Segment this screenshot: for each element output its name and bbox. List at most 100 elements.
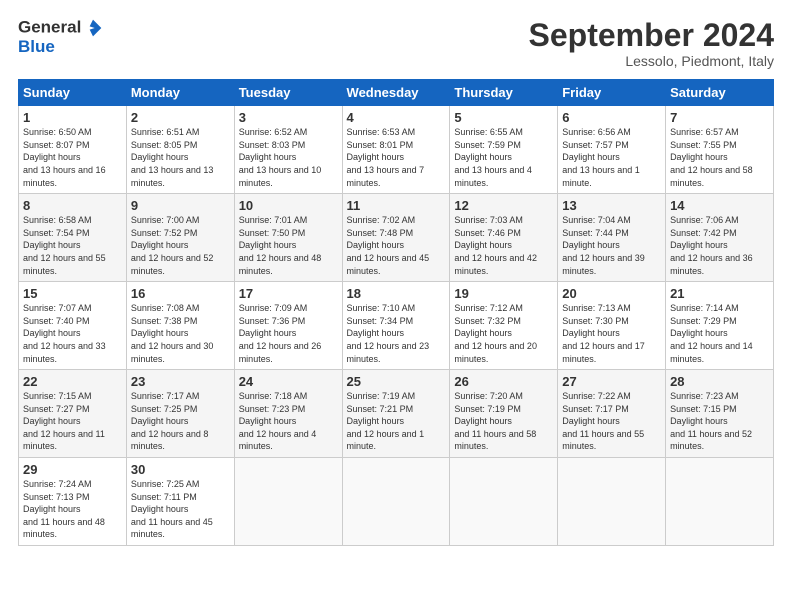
- calendar-cell: [666, 458, 774, 546]
- col-thursday: Thursday: [450, 80, 558, 106]
- day-detail: Sunrise: 7:03 AMSunset: 7:46 PMDaylight …: [454, 215, 537, 275]
- day-number: 26: [454, 374, 553, 389]
- day-number: 19: [454, 286, 553, 301]
- day-number: 9: [131, 198, 230, 213]
- day-number: 4: [347, 110, 446, 125]
- calendar-cell: 3 Sunrise: 6:52 AMSunset: 8:03 PMDayligh…: [234, 106, 342, 194]
- day-number: 21: [670, 286, 769, 301]
- day-detail: Sunrise: 7:13 AMSunset: 7:30 PMDaylight …: [562, 303, 645, 363]
- day-detail: Sunrise: 7:06 AMSunset: 7:42 PMDaylight …: [670, 215, 753, 275]
- calendar-cell: 22 Sunrise: 7:15 AMSunset: 7:27 PMDaylig…: [19, 370, 127, 458]
- calendar-cell: 27 Sunrise: 7:22 AMSunset: 7:17 PMDaylig…: [558, 370, 666, 458]
- day-detail: Sunrise: 7:09 AMSunset: 7:36 PMDaylight …: [239, 303, 322, 363]
- calendar-cell: [234, 458, 342, 546]
- calendar-cell: 12 Sunrise: 7:03 AMSunset: 7:46 PMDaylig…: [450, 194, 558, 282]
- day-number: 12: [454, 198, 553, 213]
- day-number: 5: [454, 110, 553, 125]
- table-row: 8 Sunrise: 6:58 AMSunset: 7:54 PMDayligh…: [19, 194, 774, 282]
- calendar-cell: 7 Sunrise: 6:57 AMSunset: 7:55 PMDayligh…: [666, 106, 774, 194]
- day-number: 6: [562, 110, 661, 125]
- calendar-cell: 13 Sunrise: 7:04 AMSunset: 7:44 PMDaylig…: [558, 194, 666, 282]
- day-number: 3: [239, 110, 338, 125]
- day-number: 27: [562, 374, 661, 389]
- day-detail: Sunrise: 6:53 AMSunset: 8:01 PMDaylight …: [347, 127, 425, 187]
- day-detail: Sunrise: 6:58 AMSunset: 7:54 PMDaylight …: [23, 215, 106, 275]
- day-number: 14: [670, 198, 769, 213]
- calendar-cell: 10 Sunrise: 7:01 AMSunset: 7:50 PMDaylig…: [234, 194, 342, 282]
- day-detail: Sunrise: 7:01 AMSunset: 7:50 PMDaylight …: [239, 215, 322, 275]
- day-number: 16: [131, 286, 230, 301]
- day-number: 22: [23, 374, 122, 389]
- table-row: 15 Sunrise: 7:07 AMSunset: 7:40 PMDaylig…: [19, 282, 774, 370]
- calendar-cell: [342, 458, 450, 546]
- header-row: Sunday Monday Tuesday Wednesday Thursday…: [19, 80, 774, 106]
- calendar-cell: 6 Sunrise: 6:56 AMSunset: 7:57 PMDayligh…: [558, 106, 666, 194]
- day-number: 18: [347, 286, 446, 301]
- calendar-cell: 15 Sunrise: 7:07 AMSunset: 7:40 PMDaylig…: [19, 282, 127, 370]
- calendar-subtitle: Lessolo, Piedmont, Italy: [529, 53, 774, 69]
- calendar-cell: 19 Sunrise: 7:12 AMSunset: 7:32 PMDaylig…: [450, 282, 558, 370]
- calendar-cell: 20 Sunrise: 7:13 AMSunset: 7:30 PMDaylig…: [558, 282, 666, 370]
- calendar-cell: 8 Sunrise: 6:58 AMSunset: 7:54 PMDayligh…: [19, 194, 127, 282]
- calendar-cell: 11 Sunrise: 7:02 AMSunset: 7:48 PMDaylig…: [342, 194, 450, 282]
- day-number: 11: [347, 198, 446, 213]
- day-number: 24: [239, 374, 338, 389]
- calendar-cell: 1 Sunrise: 6:50 AMSunset: 8:07 PMDayligh…: [19, 106, 127, 194]
- day-detail: Sunrise: 7:07 AMSunset: 7:40 PMDaylight …: [23, 303, 106, 363]
- day-number: 30: [131, 462, 230, 477]
- page: General Blue September 2024 Lessolo, Pie…: [0, 0, 792, 556]
- day-detail: Sunrise: 7:20 AMSunset: 7:19 PMDaylight …: [454, 391, 536, 451]
- calendar-cell: 17 Sunrise: 7:09 AMSunset: 7:36 PMDaylig…: [234, 282, 342, 370]
- day-detail: Sunrise: 7:23 AMSunset: 7:15 PMDaylight …: [670, 391, 752, 451]
- calendar-cell: [558, 458, 666, 546]
- table-row: 22 Sunrise: 7:15 AMSunset: 7:27 PMDaylig…: [19, 370, 774, 458]
- day-detail: Sunrise: 7:00 AMSunset: 7:52 PMDaylight …: [131, 215, 214, 275]
- day-detail: Sunrise: 6:56 AMSunset: 7:57 PMDaylight …: [562, 127, 640, 187]
- col-monday: Monday: [126, 80, 234, 106]
- day-number: 2: [131, 110, 230, 125]
- calendar-cell: 28 Sunrise: 7:23 AMSunset: 7:15 PMDaylig…: [666, 370, 774, 458]
- day-detail: Sunrise: 7:17 AMSunset: 7:25 PMDaylight …: [131, 391, 209, 451]
- calendar-cell: 29 Sunrise: 7:24 AMSunset: 7:13 PMDaylig…: [19, 458, 127, 546]
- day-number: 25: [347, 374, 446, 389]
- day-number: 1: [23, 110, 122, 125]
- day-number: 28: [670, 374, 769, 389]
- day-detail: Sunrise: 6:51 AMSunset: 8:05 PMDaylight …: [131, 127, 214, 187]
- day-number: 15: [23, 286, 122, 301]
- day-number: 8: [23, 198, 122, 213]
- day-number: 17: [239, 286, 338, 301]
- day-detail: Sunrise: 7:12 AMSunset: 7:32 PMDaylight …: [454, 303, 537, 363]
- col-sunday: Sunday: [19, 80, 127, 106]
- day-detail: Sunrise: 6:55 AMSunset: 7:59 PMDaylight …: [454, 127, 532, 187]
- col-tuesday: Tuesday: [234, 80, 342, 106]
- day-number: 29: [23, 462, 122, 477]
- day-number: 10: [239, 198, 338, 213]
- day-detail: Sunrise: 7:14 AMSunset: 7:29 PMDaylight …: [670, 303, 753, 363]
- calendar-cell: 21 Sunrise: 7:14 AMSunset: 7:29 PMDaylig…: [666, 282, 774, 370]
- calendar-cell: 5 Sunrise: 6:55 AMSunset: 7:59 PMDayligh…: [450, 106, 558, 194]
- col-wednesday: Wednesday: [342, 80, 450, 106]
- day-detail: Sunrise: 7:08 AMSunset: 7:38 PMDaylight …: [131, 303, 214, 363]
- calendar-cell: 4 Sunrise: 6:53 AMSunset: 8:01 PMDayligh…: [342, 106, 450, 194]
- calendar-cell: 18 Sunrise: 7:10 AMSunset: 7:34 PMDaylig…: [342, 282, 450, 370]
- calendar-table: Sunday Monday Tuesday Wednesday Thursday…: [18, 79, 774, 546]
- header: General Blue September 2024 Lessolo, Pie…: [18, 18, 774, 69]
- calendar-cell: 25 Sunrise: 7:19 AMSunset: 7:21 PMDaylig…: [342, 370, 450, 458]
- day-number: 7: [670, 110, 769, 125]
- day-detail: Sunrise: 6:52 AMSunset: 8:03 PMDaylight …: [239, 127, 322, 187]
- day-number: 13: [562, 198, 661, 213]
- day-detail: Sunrise: 6:57 AMSunset: 7:55 PMDaylight …: [670, 127, 753, 187]
- day-detail: Sunrise: 7:15 AMSunset: 7:27 PMDaylight …: [23, 391, 105, 451]
- col-friday: Friday: [558, 80, 666, 106]
- calendar-cell: 23 Sunrise: 7:17 AMSunset: 7:25 PMDaylig…: [126, 370, 234, 458]
- calendar-cell: 24 Sunrise: 7:18 AMSunset: 7:23 PMDaylig…: [234, 370, 342, 458]
- table-row: 1 Sunrise: 6:50 AMSunset: 8:07 PMDayligh…: [19, 106, 774, 194]
- calendar-cell: 9 Sunrise: 7:00 AMSunset: 7:52 PMDayligh…: [126, 194, 234, 282]
- day-detail: Sunrise: 7:22 AMSunset: 7:17 PMDaylight …: [562, 391, 644, 451]
- day-detail: Sunrise: 7:25 AMSunset: 7:11 PMDaylight …: [131, 479, 213, 539]
- calendar-cell: 14 Sunrise: 7:06 AMSunset: 7:42 PMDaylig…: [666, 194, 774, 282]
- day-detail: Sunrise: 7:18 AMSunset: 7:23 PMDaylight …: [239, 391, 317, 451]
- logo: General Blue: [18, 18, 103, 57]
- day-detail: Sunrise: 7:24 AMSunset: 7:13 PMDaylight …: [23, 479, 105, 539]
- day-number: 20: [562, 286, 661, 301]
